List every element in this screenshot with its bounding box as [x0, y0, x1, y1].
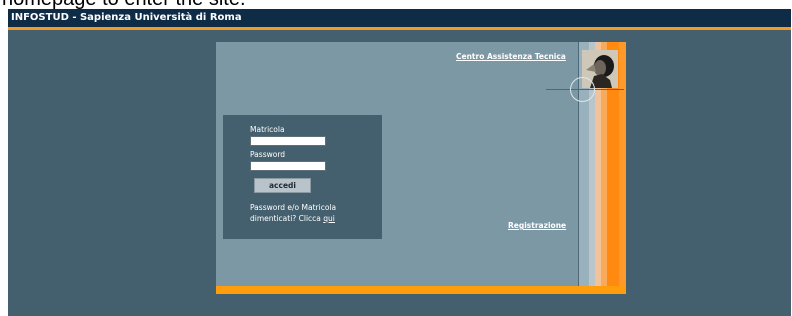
- forgot-credentials-link[interactable]: qui: [323, 214, 335, 223]
- forgot-credentials-text: Password e/o Matricola dimenticati? Clic…: [250, 202, 375, 224]
- header-bar: INFOSTUD - Sapienza Università di Roma: [8, 9, 791, 30]
- header-title: INFOSTUD - Sapienza Università di Roma: [11, 12, 242, 23]
- matricola-label: Matricola: [250, 125, 285, 134]
- decorative-strip: [619, 42, 626, 286]
- matricola-input[interactable]: [250, 136, 326, 146]
- login-submit-button[interactable]: accedi: [254, 178, 311, 193]
- registration-link[interactable]: Registrazione: [508, 221, 566, 230]
- assistance-link[interactable]: Centro Assistenza Tecnica: [456, 52, 566, 61]
- login-form: Matricola Password accedi Password e/o M…: [223, 115, 382, 239]
- circle-ornament-icon: [570, 77, 595, 102]
- bottom-accent-bar: [216, 286, 626, 294]
- password-label: Password: [250, 150, 286, 159]
- password-input[interactable]: [250, 161, 326, 171]
